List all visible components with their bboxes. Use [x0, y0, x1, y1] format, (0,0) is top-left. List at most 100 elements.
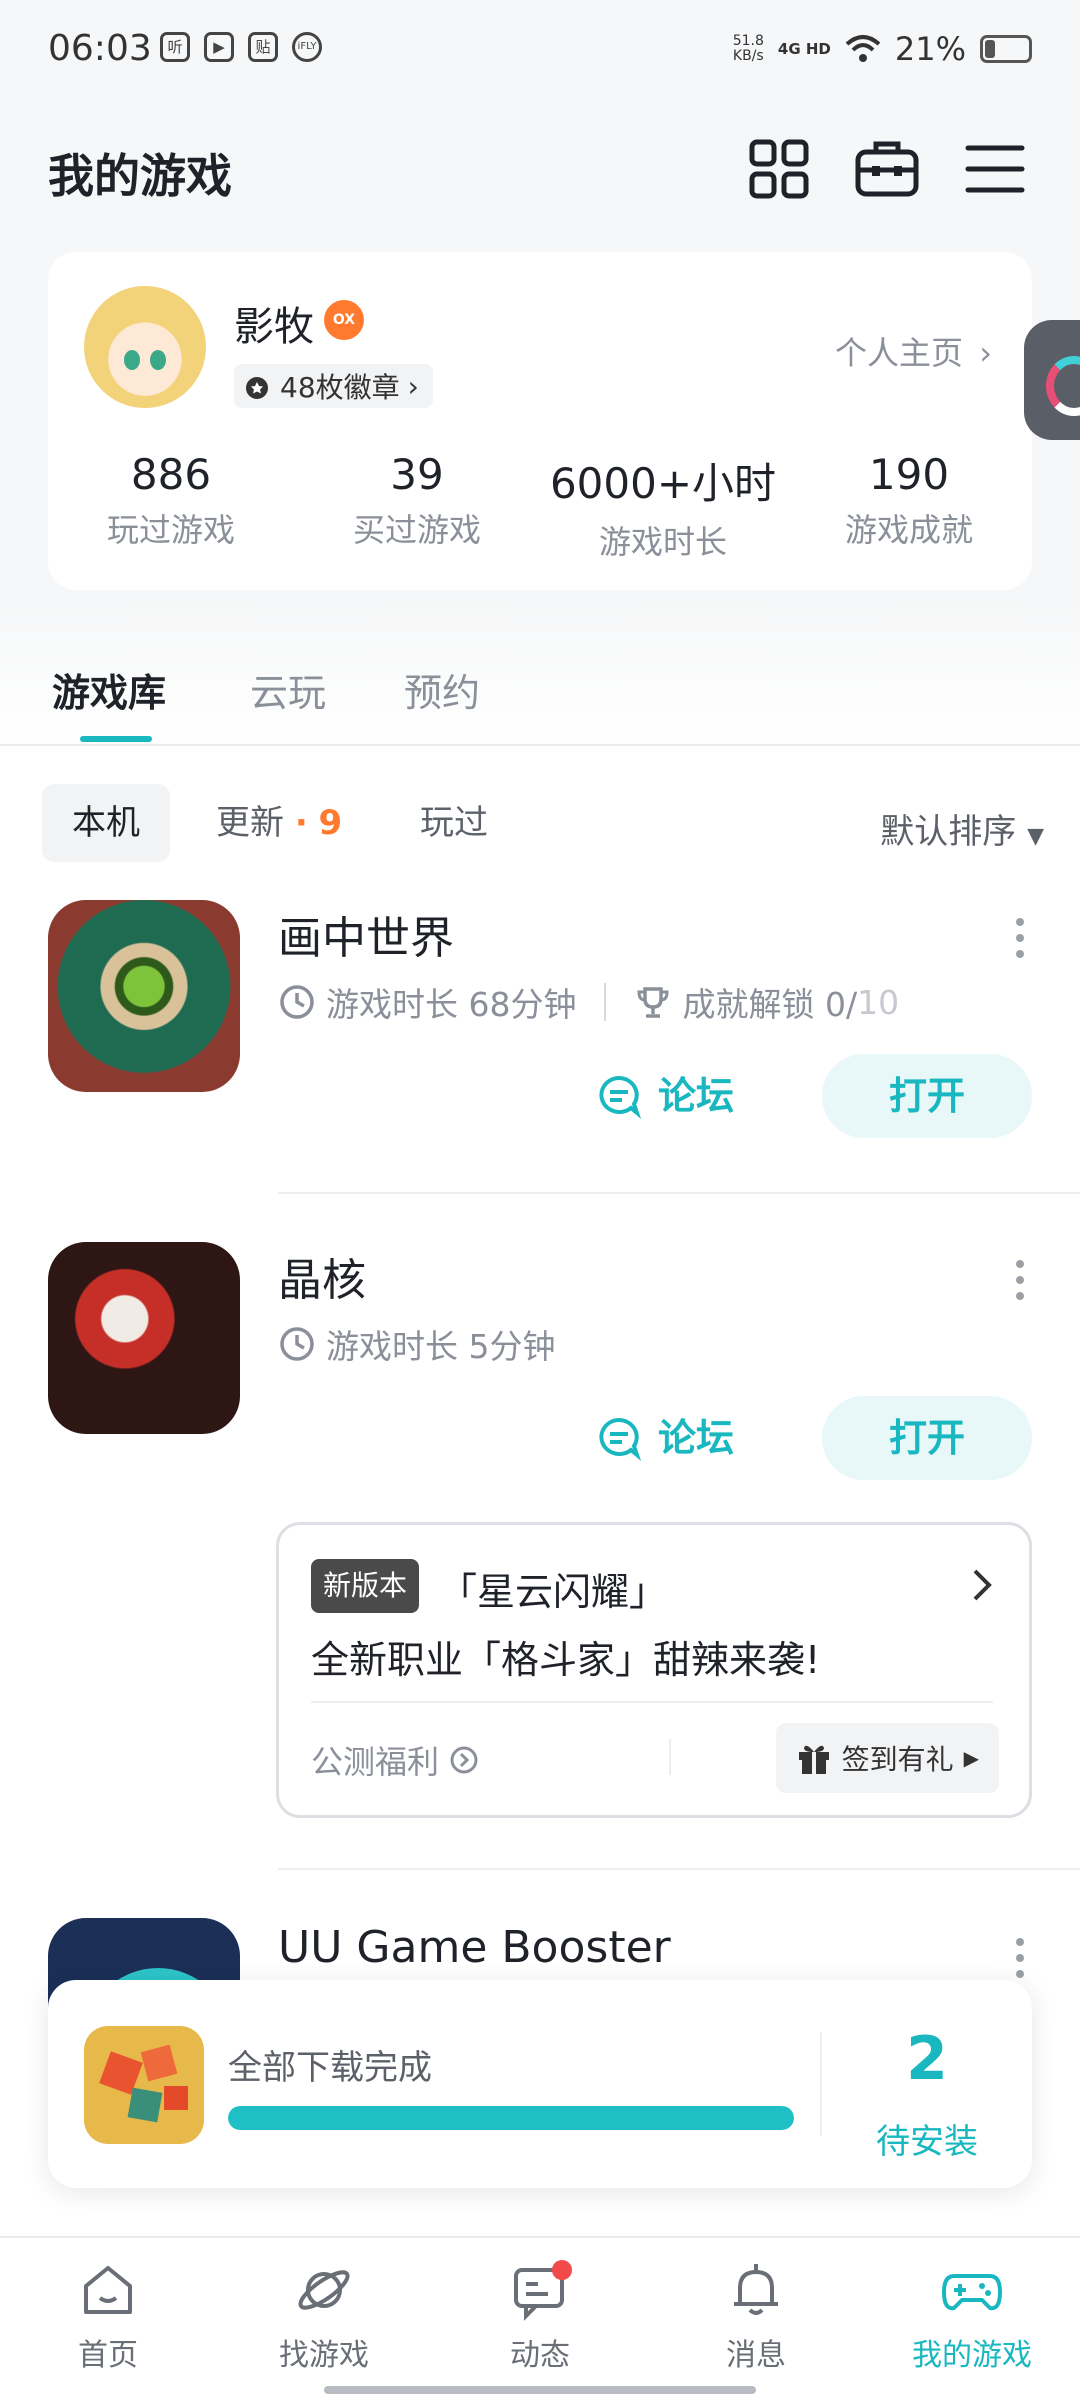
status-time: 06:03: [48, 28, 152, 69]
forum-button[interactable]: 论坛: [596, 1398, 734, 1478]
signin-label: 签到有礼: [841, 1743, 954, 1776]
game-icon-gorogoa[interactable]: [48, 900, 240, 1092]
news-title: 「星云闪耀」: [439, 1570, 668, 1614]
stat-achievements[interactable]: 190 游戏成就: [786, 450, 1032, 551]
nav-label: 动态: [510, 2338, 570, 2373]
tab-cloud-play[interactable]: 云玩: [250, 662, 326, 717]
welfare-label: 公测福利: [311, 1743, 440, 1781]
pending-install-label[interactable]: 待安装: [822, 2114, 1032, 2163]
tab-indicator: [80, 736, 152, 742]
news-subtitle: 全新职业「格斗家」甜辣来袭!: [311, 1638, 821, 1682]
profile-card: 影牧 OX 48枚徽章 › 个人主页 › 886 玩过游戏 39 买过游戏 60…: [48, 252, 1032, 590]
clock-icon: [280, 985, 314, 1019]
game-title[interactable]: UU Game Booster: [278, 1922, 671, 1973]
battery-icon: [980, 35, 1032, 63]
planet-icon: [298, 2270, 350, 2310]
divider: [311, 1701, 993, 1703]
achievement-text: 成就解锁 0/: [682, 985, 858, 1024]
nav-feed[interactable]: 动态: [432, 2258, 648, 2374]
personal-homepage-link[interactable]: 个人主页 ›: [835, 328, 992, 374]
welfare-link[interactable]: 公测福利: [311, 1737, 479, 1783]
medal-icon: [246, 377, 268, 399]
sort-dropdown[interactable]: 默认排序 ▼: [880, 804, 1044, 853]
playtime-text: 游戏时长 68分钟: [326, 985, 577, 1024]
forum-button[interactable]: 论坛: [596, 1056, 734, 1136]
network-speed: 51.8 KB/s: [732, 33, 764, 64]
battery-percent: 21%: [894, 30, 966, 68]
open-button[interactable]: 打开: [822, 1054, 1032, 1138]
page-title: 我的游戏: [48, 149, 232, 203]
caret-right-icon: ▶: [963, 1746, 979, 1770]
tab-reserve[interactable]: 预约: [404, 662, 480, 717]
update-dot: ·: [294, 803, 308, 843]
nav-my-games[interactable]: 我的游戏: [864, 2258, 1080, 2374]
stat-bought[interactable]: 39 买过游戏: [294, 450, 540, 551]
chip-local[interactable]: 本机: [42, 784, 170, 862]
stat-label: 游戏成就: [844, 511, 973, 549]
status-notification-icons: 听 ▶ 贴 iFLY: [160, 32, 322, 62]
subtabs: 本机 更新 · 9 玩过 默认排序 ▼: [0, 776, 1080, 862]
pending-install-count[interactable]: 2: [822, 2024, 1032, 2094]
stat-value: 190: [868, 450, 950, 499]
stat-playtime[interactable]: 6000+小时 游戏时长: [540, 450, 786, 563]
username: 影牧: [234, 304, 314, 350]
signin-gift-button[interactable]: 签到有礼 ▶: [775, 1723, 999, 1793]
nav-messages[interactable]: 消息: [648, 2258, 864, 2374]
divider: [278, 1192, 1080, 1194]
version-news-card[interactable]: 新版本 「星云闪耀」 全新职业「格斗家」甜辣来袭! 公测福利 签到有礼 ▶: [276, 1522, 1032, 1818]
home-indicator[interactable]: [324, 2386, 756, 2394]
more-options-icon[interactable]: [1014, 918, 1026, 966]
chevron-right-icon: [973, 1569, 992, 1601]
more-options-icon[interactable]: [1014, 1260, 1026, 1308]
download-app-icon: [84, 2026, 204, 2144]
badges-link[interactable]: 48枚徽章 ›: [234, 364, 433, 408]
download-status: 全部下载完成: [228, 2048, 432, 2088]
nav-discover[interactable]: 找游戏: [216, 2258, 432, 2374]
divider: [669, 1739, 671, 1775]
gift-icon: [798, 1745, 829, 1774]
chip-played[interactable]: 玩过: [390, 784, 518, 862]
nav-home[interactable]: 首页: [0, 2258, 216, 2374]
game-title[interactable]: 画中世界: [278, 902, 454, 966]
game-meta: 游戏时长 5分钟: [278, 1320, 556, 1368]
game-title[interactable]: 晶核: [278, 1244, 366, 1308]
stat-value: 6000+小时: [549, 459, 777, 508]
floating-tiktok-tab[interactable]: [1024, 320, 1080, 440]
chip-update[interactable]: 更新 · 9: [186, 784, 372, 862]
bell-icon: [734, 2264, 778, 2315]
tieba-app-icon: 贴: [248, 32, 278, 62]
vip-badge-icon: OX: [324, 300, 364, 340]
grid-button[interactable]: [746, 136, 812, 202]
stat-played[interactable]: 886 玩过游戏: [48, 450, 294, 551]
stat-label: 游戏时长: [598, 523, 727, 561]
tab-library[interactable]: 游戏库: [52, 662, 166, 717]
stat-value: 886: [130, 450, 212, 499]
download-panel[interactable]: 全部下载完成 2 待安装: [48, 1980, 1032, 2188]
caret-down-icon: ▼: [1027, 824, 1044, 849]
chat-icon: [514, 2260, 572, 2321]
video-app-icon: ▶: [204, 32, 234, 62]
badges-count: 48枚徽章: [280, 371, 400, 404]
more-options-icon[interactable]: [1014, 1938, 1026, 1986]
update-count: 9: [318, 803, 343, 843]
listen-app-icon: 听: [160, 32, 190, 62]
gamepad-icon: [942, 2274, 1002, 2311]
game-icon-jinghe[interactable]: [48, 1242, 240, 1434]
playtime-text: 游戏时长 5分钟: [326, 1327, 556, 1366]
menu-button[interactable]: [962, 136, 1028, 202]
library-tabs: 游戏库 云玩 预约: [0, 600, 1080, 746]
sort-label: 默认排序: [880, 812, 1017, 852]
wifi-icon: [845, 35, 881, 62]
bottom-nav: 首页 找游戏 动态 消息 我的游戏: [0, 2236, 1080, 2400]
avatar[interactable]: [84, 286, 206, 408]
open-button[interactable]: 打开: [822, 1396, 1032, 1480]
toolbox-button[interactable]: [854, 136, 920, 202]
hamburger-menu-icon: [965, 145, 1025, 193]
nav-label: 消息: [726, 2338, 786, 2373]
forum-icon: [599, 1417, 642, 1461]
ifly-app-icon: iFLY: [292, 32, 322, 62]
clock-icon: [280, 1327, 314, 1361]
home-icon: [84, 2266, 132, 2314]
status-bar: 06:03 听 ▶ 贴 iFLY 51.8 KB/s 4G HD 21%: [0, 0, 1080, 100]
new-version-badge: 新版本: [311, 1559, 420, 1613]
